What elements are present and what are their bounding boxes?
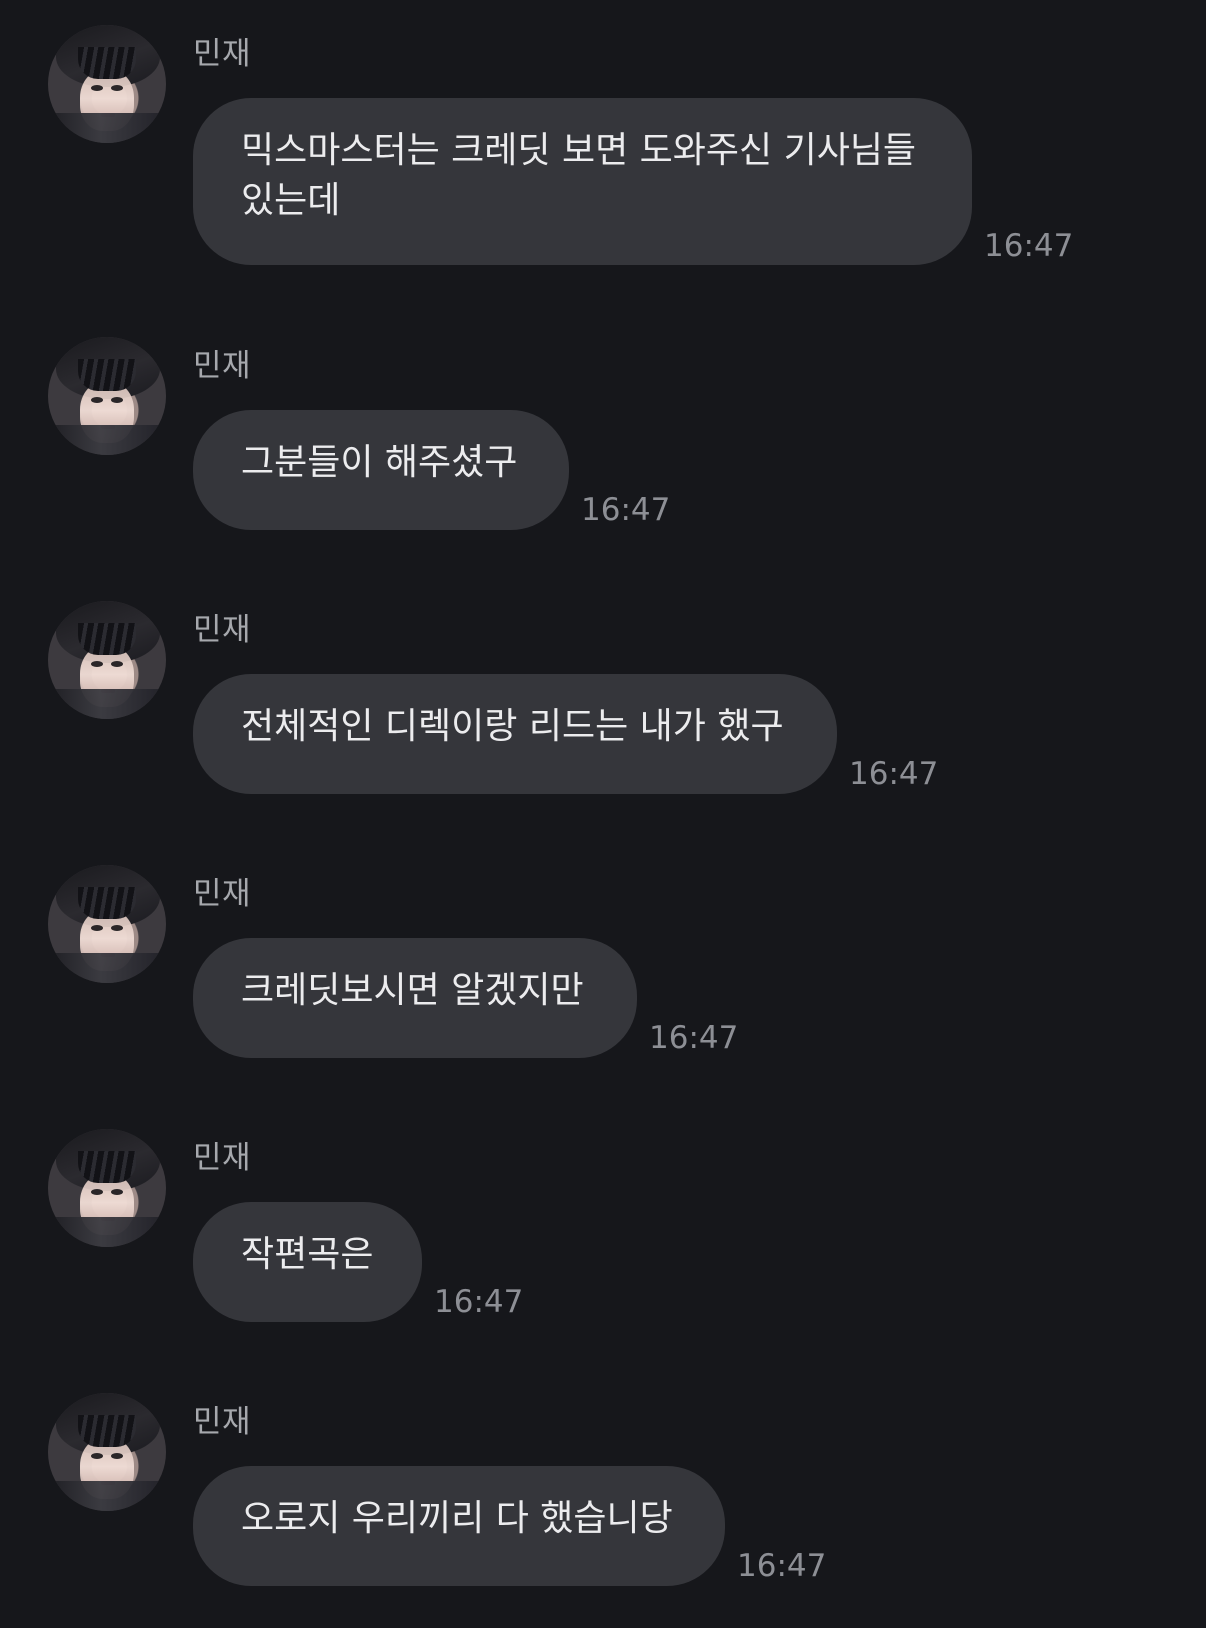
avatar[interactable] — [48, 1129, 166, 1247]
avatar-eye-left — [91, 397, 103, 403]
avatar-fringe-shape — [78, 887, 136, 919]
message-bubble[interactable]: 작편곡은 — [193, 1202, 422, 1322]
chat-thread: 민재 믹스마스터는 크레딧 보면 도와주신 기사님들 있는데 16:47 민재 … — [0, 0, 1206, 1628]
avatar[interactable] — [48, 1393, 166, 1511]
avatar[interactable] — [48, 337, 166, 455]
message-time: 16:47 — [649, 1020, 739, 1056]
avatar[interactable] — [48, 601, 166, 719]
message-bubble[interactable]: 믹스마스터는 크레딧 보면 도와주신 기사님들 있는데 — [193, 98, 972, 265]
sender-name: 민재 — [193, 1404, 252, 1440]
avatar-eye-left — [91, 85, 103, 91]
avatar-fringe-shape — [78, 47, 136, 79]
avatar-shoulder-shape — [48, 1481, 166, 1511]
sender-name: 민재 — [193, 1140, 252, 1176]
avatar-shoulder-shape — [48, 1217, 166, 1247]
avatar[interactable] — [48, 25, 166, 143]
avatar-eye-right — [111, 1189, 123, 1195]
message-bubble[interactable]: 오로지 우리끼리 다 했습니당 — [193, 1466, 725, 1586]
message-bubble[interactable]: 크레딧보시면 알겠지만 — [193, 938, 637, 1058]
avatar-fringe-shape — [78, 1151, 136, 1183]
avatar-eye-left — [91, 1453, 103, 1459]
message-time: 16:47 — [737, 1548, 827, 1584]
message-bubble[interactable]: 전체적인 디렉이랑 리드는 내가 했구 — [193, 674, 837, 794]
avatar-eye-left — [91, 1189, 103, 1195]
avatar-shoulder-shape — [48, 113, 166, 143]
avatar-shoulder-shape — [48, 953, 166, 983]
message-time: 16:47 — [984, 228, 1074, 264]
sender-name: 민재 — [193, 876, 252, 912]
avatar-shoulder-shape — [48, 425, 166, 455]
sender-name: 민재 — [193, 348, 252, 384]
avatar-eye-right — [111, 661, 123, 667]
avatar-fringe-shape — [78, 1415, 136, 1447]
message-time: 16:47 — [434, 1284, 524, 1320]
sender-name: 민재 — [193, 36, 252, 72]
avatar-eye-right — [111, 85, 123, 91]
avatar-fringe-shape — [78, 359, 136, 391]
avatar-shoulder-shape — [48, 689, 166, 719]
avatar-eye-right — [111, 397, 123, 403]
avatar-eye-right — [111, 925, 123, 931]
avatar-eye-left — [91, 661, 103, 667]
message-time: 16:47 — [581, 492, 671, 528]
sender-name: 민재 — [193, 612, 252, 648]
avatar-eye-right — [111, 1453, 123, 1459]
message-bubble[interactable]: 그분들이 해주셨구 — [193, 410, 569, 530]
avatar[interactable] — [48, 865, 166, 983]
avatar-eye-left — [91, 925, 103, 931]
avatar-fringe-shape — [78, 623, 136, 655]
message-time: 16:47 — [849, 756, 939, 792]
